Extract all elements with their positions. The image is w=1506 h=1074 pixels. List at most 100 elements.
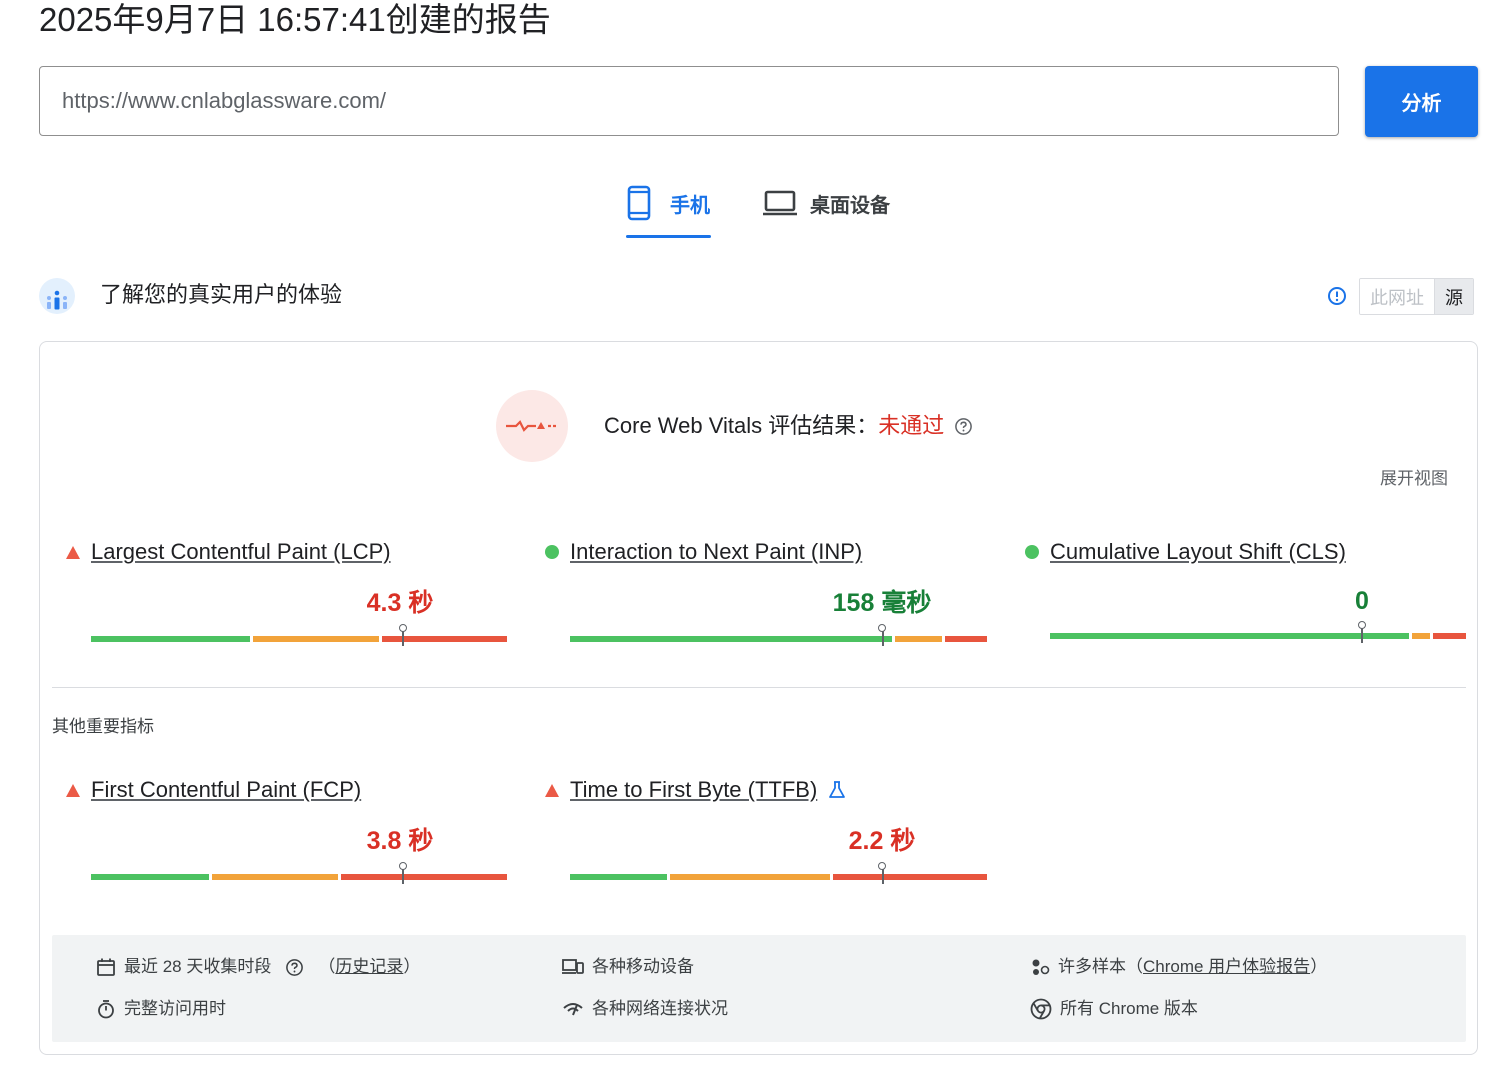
info-samples: 许多样本（ Chrome 用户体验报告） — [1030, 955, 1327, 979]
tab-desktop-label: 桌面设备 — [810, 194, 890, 217]
devices-text: 各种移动设备 — [592, 957, 694, 976]
smartphone-icon — [627, 185, 651, 221]
collection-period-text: 最近 28 天收集时段 — [124, 957, 272, 976]
pass-circle-icon — [545, 545, 559, 559]
metric-lcp-bar — [91, 620, 507, 646]
p75-marker — [402, 630, 404, 646]
toggle-origin[interactable]: 源 — [1434, 279, 1473, 314]
metric-fcp: First Contentful Paint (FCP) — [66, 775, 361, 805]
metric-inp: Interaction to Next Paint (INP) — [545, 537, 862, 567]
needs-improvement-segment — [1411, 633, 1430, 639]
p75-marker — [402, 868, 404, 884]
network-text: 各种网络连接状况 — [592, 999, 728, 1018]
chrome-versions-text: 所有 Chrome 版本 — [1060, 999, 1198, 1018]
poor-segment — [832, 874, 987, 880]
samples-text: 许多样本（ — [1058, 957, 1143, 976]
metric-cls-bar — [1050, 617, 1466, 643]
info-collection-period: 最近 28 天收集时段 （历史记录） — [96, 955, 420, 979]
active-tab-indicator — [626, 235, 711, 238]
samples-dots-icon — [1032, 959, 1050, 975]
tab-mobile[interactable]: 手机 — [626, 180, 710, 226]
needs-improvement-segment — [670, 874, 830, 880]
metric-inp-bar — [570, 620, 987, 646]
p75-marker-head — [398, 862, 407, 870]
chrome-icon — [1030, 998, 1052, 1020]
good-segment — [1050, 633, 1409, 639]
page-title: 2025年9月7日 16:57:41创建的报告 — [39, 1, 551, 38]
history-close-paren: ） — [403, 957, 421, 976]
metric-ttfb: Time to First Byte (TTFB) — [545, 775, 847, 805]
analyze-button[interactable]: 分析 — [1365, 66, 1478, 137]
other-metrics-heading: 其他重要指标 — [52, 717, 154, 736]
cwv-label: Core Web Vitals 评估结果： — [604, 413, 879, 438]
metric-ttfb-link[interactable]: Time to First Byte (TTFB) — [570, 775, 817, 805]
needs-improvement-segment — [211, 874, 338, 880]
divider — [52, 687, 1466, 688]
url-input[interactable] — [39, 66, 1339, 136]
devices-icon — [562, 959, 584, 974]
expand-view-link[interactable]: 展开视图 — [1380, 464, 1448, 489]
fail-triangle-icon — [66, 783, 80, 797]
metric-fcp-link[interactable]: First Contentful Paint (FCP) — [91, 775, 361, 805]
metric-lcp-value: 4.3 秒 — [366, 589, 434, 617]
metric-lcp: Largest Contentful Paint (LCP) — [66, 537, 391, 567]
info-visit-duration: 完整访问用时 — [96, 997, 226, 1021]
metric-inp-link[interactable]: Interaction to Next Paint (INP) — [570, 537, 862, 567]
p75-marker-head — [398, 624, 407, 632]
needs-improvement-segment — [895, 636, 943, 642]
metric-fcp-value: 3.8 秒 — [366, 827, 434, 855]
network-icon — [563, 1003, 583, 1016]
url-origin-toggle: 此网址 源 — [1359, 278, 1474, 315]
crux-report-link[interactable]: Chrome 用户体验报告 — [1143, 955, 1310, 979]
stopwatch-icon — [98, 1000, 114, 1019]
info-network: 各种网络连接状况 — [562, 997, 728, 1021]
metric-fcp-bar — [91, 858, 507, 884]
poor-segment — [1432, 633, 1466, 639]
metric-inp-value: 158 毫秒 — [832, 589, 932, 617]
metric-ttfb-bar — [570, 858, 987, 884]
crux-users-icon — [39, 278, 75, 314]
toggle-this-url[interactable]: 此网址 — [1360, 279, 1434, 314]
p75-marker-head — [878, 624, 887, 632]
laptop-icon — [763, 190, 797, 216]
metric-cls: Cumulative Layout Shift (CLS) — [1025, 537, 1346, 567]
help-icon[interactable] — [954, 417, 973, 436]
metric-cls-value: 0 — [1355, 587, 1369, 615]
cwv-failed-badge-icon — [496, 390, 568, 462]
good-segment — [570, 636, 893, 642]
history-link[interactable]: 历史记录 — [335, 955, 403, 979]
samples-close-paren: ） — [1310, 957, 1328, 976]
p75-marker-head — [878, 862, 887, 870]
info-devices: 各种移动设备 — [562, 955, 694, 979]
cwv-assessment: Core Web Vitals 评估结果：未通过 — [604, 410, 973, 442]
section-title: 了解您的真实用户的体验 — [100, 282, 343, 307]
help-icon[interactable] — [285, 958, 304, 977]
visit-duration-text: 完整访问用时 — [124, 999, 226, 1018]
info-icon[interactable] — [1327, 286, 1347, 306]
poor-segment — [382, 636, 507, 642]
history-open-paren: （ — [318, 957, 336, 976]
poor-segment — [340, 874, 507, 880]
flask-icon[interactable] — [827, 780, 847, 800]
needs-improvement-segment — [253, 636, 380, 642]
metric-cls-link[interactable]: Cumulative Layout Shift (CLS) — [1050, 537, 1346, 567]
good-segment — [91, 874, 209, 880]
good-segment — [91, 636, 251, 642]
calendar-icon — [97, 958, 115, 976]
good-segment — [570, 874, 668, 880]
fail-triangle-icon — [545, 783, 559, 797]
p75-marker — [1361, 627, 1363, 643]
metric-lcp-link[interactable]: Largest Contentful Paint (LCP) — [91, 537, 391, 567]
tab-desktop[interactable]: 桌面设备 — [762, 180, 890, 226]
p75-marker-head — [1357, 621, 1366, 629]
poor-segment — [945, 636, 987, 642]
tab-mobile-label: 手机 — [670, 194, 710, 217]
info-chrome-versions: 所有 Chrome 版本 — [1030, 997, 1198, 1021]
fail-triangle-icon — [66, 545, 80, 559]
metric-ttfb-value: 2.2 秒 — [848, 827, 916, 855]
cwv-status: 未通过 — [878, 413, 945, 438]
collection-info-box — [52, 935, 1466, 1042]
p75-marker — [881, 630, 884, 646]
p75-marker — [881, 868, 884, 884]
pass-circle-icon — [1025, 545, 1039, 559]
